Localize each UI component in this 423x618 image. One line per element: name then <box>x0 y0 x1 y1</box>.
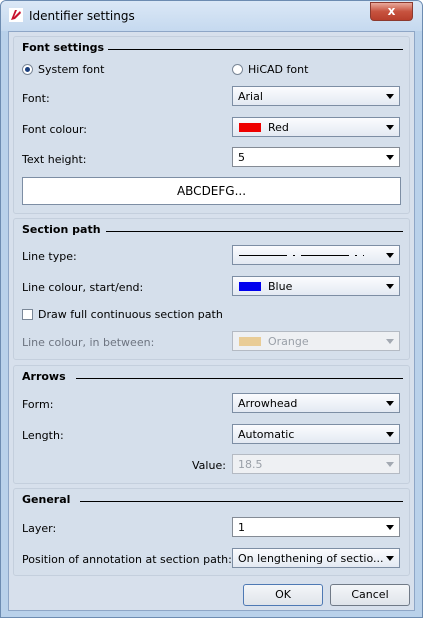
between-colour-label: Line colour, in between: <box>22 336 155 349</box>
font-value: Arial <box>238 90 263 103</box>
form-dropdown[interactable]: Arrowhead <box>232 393 400 413</box>
font-colour-dropdown[interactable]: Red <box>232 117 400 137</box>
chevron-down-icon <box>386 253 394 258</box>
font-colour-label: Font colour: <box>22 123 88 136</box>
close-icon: x <box>387 4 396 18</box>
line-type-dropdown[interactable] <box>232 245 400 265</box>
layer-combobox[interactable]: 1 <box>232 517 400 537</box>
arrows-group: Arrows Form: Arrowhead Length: Automatic… <box>13 365 410 484</box>
value-combobox[interactable]: 18.5 <box>232 454 400 474</box>
orange-swatch <box>239 337 261 346</box>
chevron-down-icon <box>386 462 394 467</box>
arrows-heading: Arrows <box>22 370 66 383</box>
font-colour-value: Red <box>268 121 289 134</box>
chevron-down-icon <box>386 556 394 561</box>
layer-label: Layer: <box>22 522 57 535</box>
line-colour-value: Blue <box>268 280 293 293</box>
title-bar: Identifier settings x <box>1 1 422 31</box>
blue-swatch <box>239 282 261 291</box>
position-value: On lengthening of sectio... <box>238 552 384 565</box>
system-font-radio[interactable] <box>22 64 33 75</box>
text-height-value: 5 <box>238 151 245 164</box>
font-dropdown[interactable]: Arial <box>232 86 400 106</box>
font-label: Font: <box>22 92 50 105</box>
section-path-group: Section path Line type: Line colour, sta… <box>13 218 410 360</box>
line-type-label: Line type: <box>22 250 77 263</box>
position-dropdown[interactable]: On lengthening of sectio... <box>232 548 400 568</box>
text-height-label: Text height: <box>22 153 87 166</box>
full-path-checkbox[interactable] <box>22 309 33 320</box>
chevron-down-icon <box>386 94 394 99</box>
chevron-down-icon <box>386 401 394 406</box>
chevron-down-icon <box>386 339 394 344</box>
full-path-label[interactable]: Draw full continuous section path <box>38 308 223 321</box>
general-heading: General <box>22 493 71 506</box>
group-divider <box>106 231 403 232</box>
font-settings-heading: Font settings <box>22 41 105 54</box>
dialog-body: Font settings System font HiCAD font Fon… <box>8 31 415 611</box>
chevron-down-icon <box>386 125 394 130</box>
font-settings-group: Font settings System font HiCAD font Fon… <box>13 36 410 214</box>
length-label: Length: <box>22 429 64 442</box>
position-label: Position of annotation at section path: <box>22 553 232 566</box>
hicad-font-radio[interactable] <box>232 64 243 75</box>
general-group: General Layer: 1 Position of annotation … <box>13 488 410 576</box>
window-title: Identifier settings <box>29 9 135 23</box>
form-value: Arrowhead <box>238 397 298 410</box>
form-label: Form: <box>22 398 54 411</box>
red-swatch <box>239 123 261 132</box>
section-path-heading: Section path <box>22 223 101 236</box>
close-button[interactable]: x <box>370 2 413 21</box>
ok-button[interactable]: OK <box>243 584 323 606</box>
group-divider <box>108 49 403 50</box>
line-colour-label: Line colour, start/end: <box>22 281 144 294</box>
hicad-logo-icon <box>9 8 23 22</box>
value-label: Value: <box>192 459 226 472</box>
cancel-button[interactable]: Cancel <box>330 584 410 606</box>
length-value: Automatic <box>238 428 295 441</box>
text-height-combobox[interactable]: 5 <box>232 147 400 167</box>
chevron-down-icon <box>386 525 394 530</box>
font-preview-button[interactable]: ABCDEFG... <box>22 177 401 205</box>
dialog-window: Identifier settings x Font settings Syst… <box>0 0 423 618</box>
between-colour-value: Orange <box>268 335 309 348</box>
length-dropdown[interactable]: Automatic <box>232 424 400 444</box>
line-colour-dropdown[interactable]: Blue <box>232 276 400 296</box>
group-divider <box>76 378 403 379</box>
radio-selected-dot <box>25 67 30 72</box>
group-divider <box>80 501 403 502</box>
dash-dot-line-icon <box>239 255 364 256</box>
chevron-down-icon <box>386 284 394 289</box>
layer-value: 1 <box>238 521 245 534</box>
hicad-font-label[interactable]: HiCAD font <box>248 63 308 76</box>
between-colour-dropdown[interactable]: Orange <box>232 331 400 351</box>
chevron-down-icon <box>386 432 394 437</box>
value-value: 18.5 <box>238 458 263 471</box>
system-font-label[interactable]: System font <box>38 63 104 76</box>
chevron-down-icon <box>386 155 394 160</box>
